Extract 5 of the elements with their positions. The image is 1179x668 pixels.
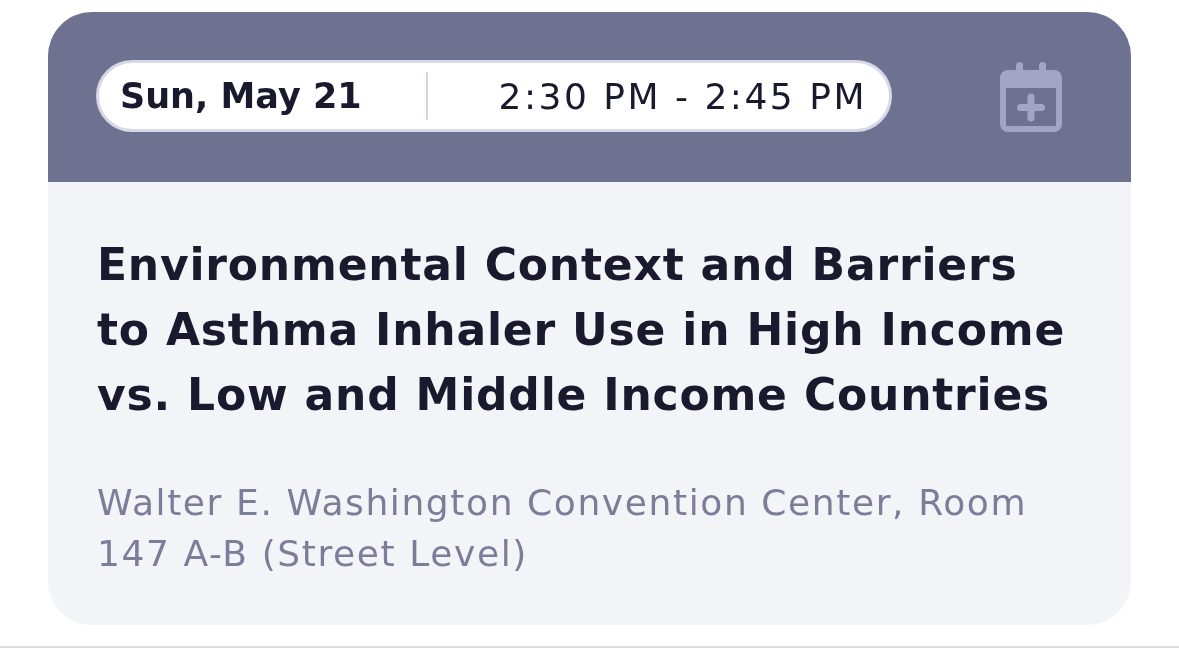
session-title: Environmental Context and Barriers to Asthma Inhaler Use in High Income vs. Low and Middle Income Countries — [97, 238, 1067, 422]
session-time: 2:30 PM - 2:45 PM — [498, 75, 867, 117]
session-date: Sun, May 21 — [120, 76, 362, 116]
calendar-plus-icon[interactable] — [1000, 62, 1062, 132]
session-location: Walter E. Washington Convention Center, Room 147 A-B (Street Level) — [97, 481, 1029, 576]
